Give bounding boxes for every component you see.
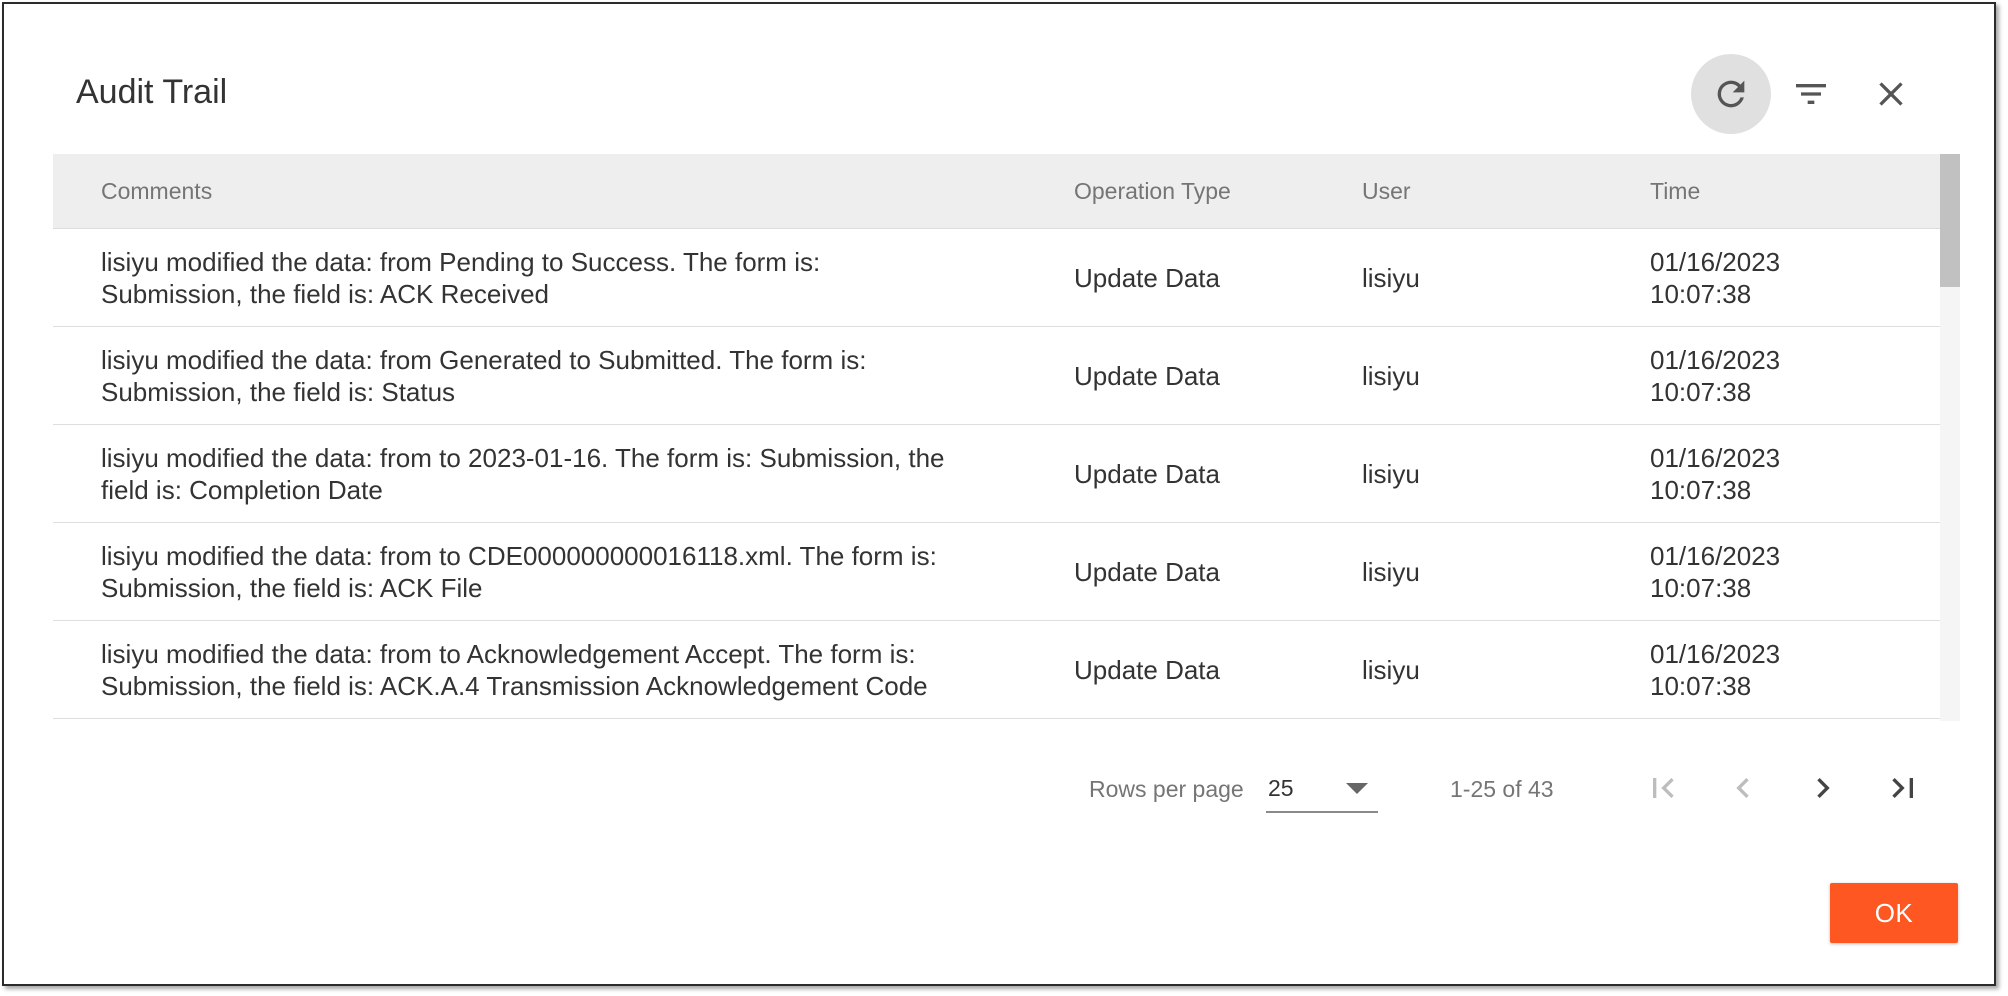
- table-scrollbar[interactable]: [1940, 154, 1960, 721]
- time-cell: 01/16/2023 10:07:38: [1650, 523, 1910, 620]
- audit-table: Comments Operation Type User Time lisiyu…: [53, 154, 1940, 721]
- refresh-icon: [1717, 80, 1745, 108]
- last-page-button[interactable]: [1871, 756, 1935, 820]
- comment-line: lisiyu modified the data: from to 2023-0…: [101, 442, 945, 473]
- refresh-button[interactable]: [1691, 54, 1771, 134]
- comment-cell: lisiyu modified the data: from Pending t…: [101, 229, 1041, 326]
- scrollbar-thumb[interactable]: [1940, 154, 1960, 287]
- column-header-user[interactable]: User: [1362, 154, 1411, 229]
- time-clock: 10:07:38: [1650, 572, 1752, 603]
- comment-line: lisiyu modified the data: from Generated…: [101, 344, 867, 375]
- table-row[interactable]: lisiyu modified the data: from to Acknow…: [53, 621, 1940, 719]
- comment-line: lisiyu modified the data: from Pending t…: [101, 246, 821, 277]
- audit-trail-dialog: Audit Trail Comments Operation Type User…: [2, 2, 1996, 986]
- time-cell: 01/16/2023 10:07:38: [1650, 621, 1910, 718]
- column-header-comments[interactable]: Comments: [101, 154, 212, 229]
- operation-type-cell: Update Data: [1074, 262, 1220, 293]
- filter-list-icon: [1796, 84, 1826, 104]
- time-date: 01/16/2023: [1650, 540, 1781, 571]
- time-cell: 01/16/2023 10:07:38: [1650, 327, 1910, 424]
- time-clock: 10:07:38: [1650, 474, 1752, 505]
- time-date: 01/16/2023: [1650, 638, 1781, 669]
- comment-line: Submission, the field is: ACK.A.4 Transm…: [101, 670, 928, 701]
- comment-cell: lisiyu modified the data: from to Acknow…: [101, 621, 1041, 718]
- rows-per-page-value: 25: [1268, 775, 1294, 801]
- chevron-left-icon: [1736, 778, 1749, 798]
- filter-button[interactable]: [1771, 54, 1851, 134]
- pagination-range: 1-25 of 43: [1450, 776, 1554, 802]
- column-header-time[interactable]: Time: [1650, 154, 1700, 229]
- previous-page-button[interactable]: [1711, 756, 1775, 820]
- time-clock: 10:07:38: [1650, 278, 1752, 309]
- comment-cell: lisiyu modified the data: from Generated…: [101, 327, 1041, 424]
- user-cell: lisiyu: [1362, 654, 1420, 685]
- comment-cell: lisiyu modified the data: from to 2023-0…: [101, 425, 1041, 522]
- time-date: 01/16/2023: [1650, 344, 1781, 375]
- close-button[interactable]: [1851, 54, 1931, 134]
- operation-type-cell: Update Data: [1074, 458, 1220, 489]
- table-row[interactable]: lisiyu modified the data: from to CDE000…: [53, 523, 1940, 621]
- time-clock: 10:07:38: [1650, 376, 1752, 407]
- column-header-operation-type[interactable]: Operation Type: [1074, 154, 1231, 229]
- last-page-icon: [1892, 778, 1913, 798]
- ok-button[interactable]: OK: [1830, 883, 1958, 943]
- comment-cell: lisiyu modified the data: from to CDE000…: [101, 523, 1041, 620]
- time-cell: 01/16/2023 10:07:38: [1650, 229, 1910, 326]
- comment-line: field is: Completion Date: [101, 474, 383, 505]
- comment-line: lisiyu modified the data: from to Acknow…: [101, 638, 916, 669]
- table-row[interactable]: lisiyu modified the data: from Pending t…: [53, 229, 1940, 327]
- comment-line: Submission, the field is: ACK File: [101, 572, 483, 603]
- comment-line: lisiyu modified the data: from to CDE000…: [101, 540, 937, 571]
- close-icon: [1879, 82, 1903, 106]
- comment-line: Submission, the field is: ACK Received: [101, 278, 549, 309]
- next-page-button[interactable]: [1791, 756, 1855, 820]
- time-date: 01/16/2023: [1650, 442, 1781, 473]
- dialog-title: Audit Trail: [76, 73, 228, 111]
- time-clock: 10:07:38: [1650, 670, 1752, 701]
- table-row[interactable]: lisiyu modified the data: from to 2023-0…: [53, 425, 1940, 523]
- user-cell: lisiyu: [1362, 262, 1420, 293]
- rows-per-page-select[interactable]: 25: [1266, 761, 1378, 813]
- first-page-button[interactable]: [1631, 756, 1695, 820]
- dropdown-caret-icon: [1346, 783, 1368, 794]
- rows-per-page-label: Rows per page: [1089, 776, 1244, 802]
- comment-line: Submission, the field is: Status: [101, 376, 456, 407]
- user-cell: lisiyu: [1362, 556, 1420, 587]
- operation-type-cell: Update Data: [1074, 556, 1220, 587]
- first-page-icon: [1653, 778, 1674, 798]
- operation-type-cell: Update Data: [1074, 654, 1220, 685]
- user-cell: lisiyu: [1362, 360, 1420, 391]
- chevron-right-icon: [1817, 778, 1830, 798]
- table-row[interactable]: lisiyu modified the data: from Generated…: [53, 327, 1940, 425]
- table-header: Comments Operation Type User Time: [53, 154, 1940, 229]
- user-cell: lisiyu: [1362, 458, 1420, 489]
- time-date: 01/16/2023: [1650, 246, 1781, 277]
- operation-type-cell: Update Data: [1074, 360, 1220, 391]
- time-cell: 01/16/2023 10:07:38: [1650, 425, 1910, 522]
